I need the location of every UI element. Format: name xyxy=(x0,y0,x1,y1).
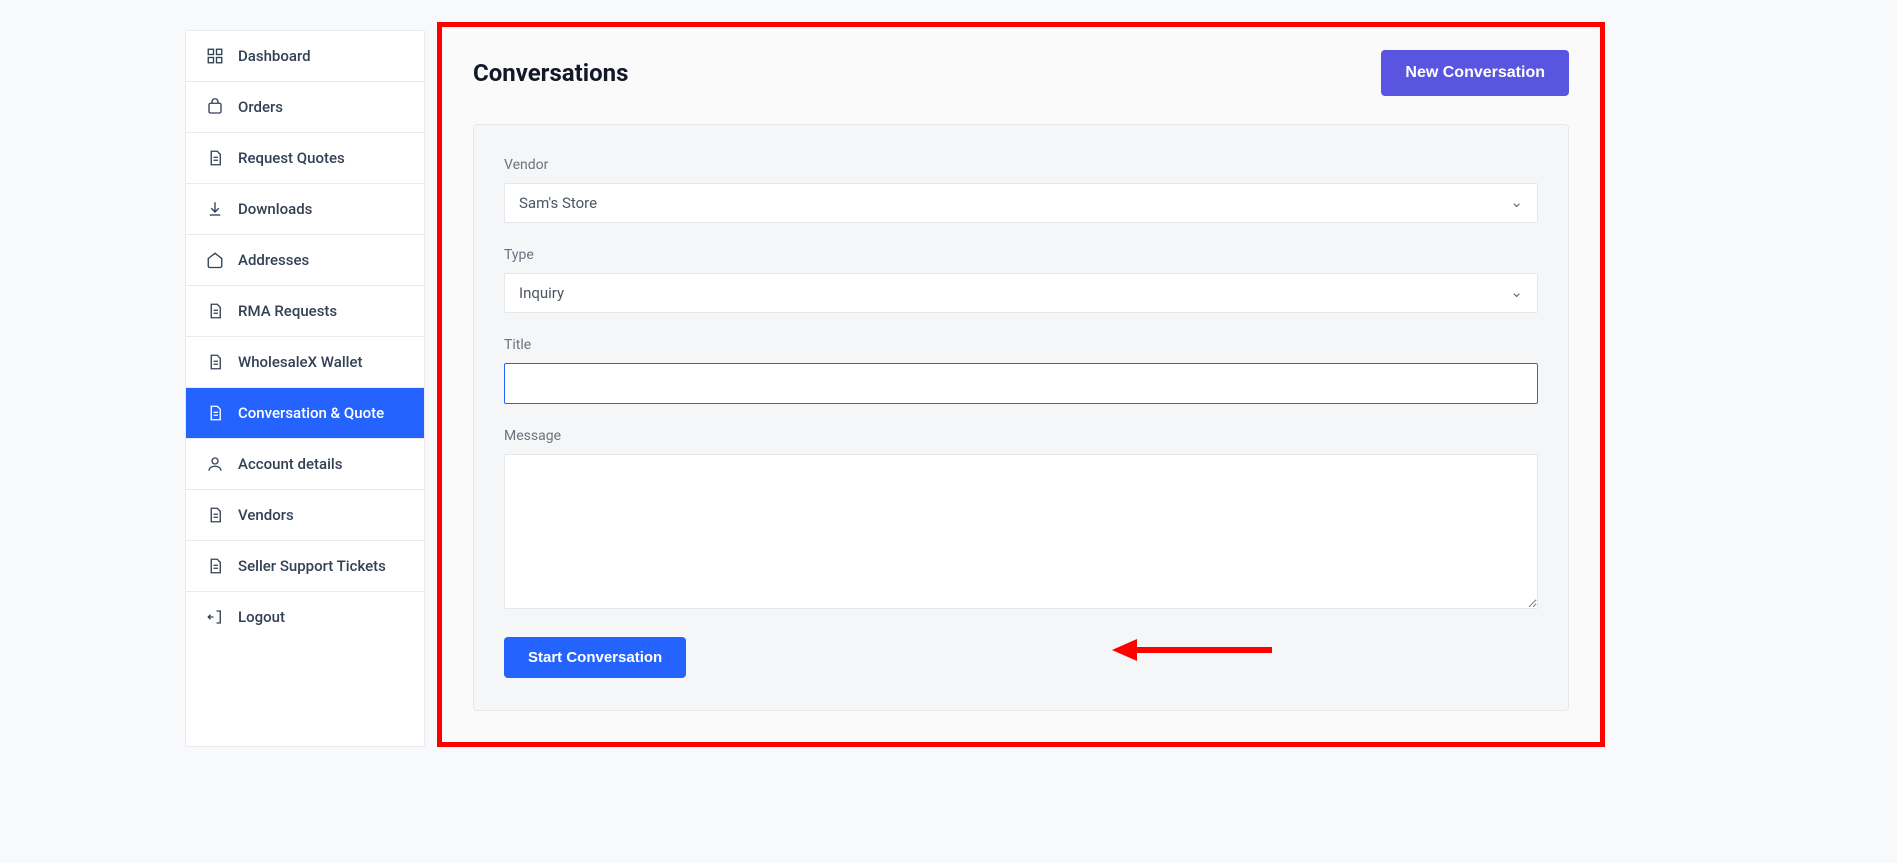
bag-icon xyxy=(206,98,224,116)
sidebar-item-label: Downloads xyxy=(238,200,312,218)
vendor-select[interactable]: Sam's Store xyxy=(504,183,1538,223)
sidebar-item-seller-support-tickets[interactable]: Seller Support Tickets xyxy=(186,541,424,592)
title-label: Title xyxy=(504,337,1538,353)
sidebar-item-addresses[interactable]: Addresses xyxy=(186,235,424,286)
sidebar-item-label: Request Quotes xyxy=(238,149,345,167)
dashboard-icon xyxy=(206,47,224,65)
message-textarea[interactable] xyxy=(504,454,1538,609)
user-icon xyxy=(206,455,224,473)
document-icon xyxy=(206,404,224,422)
sidebar-item-wholesalex-wallet[interactable]: WholesaleX Wallet xyxy=(186,337,424,388)
download-icon xyxy=(206,200,224,218)
type-selected-value: Inquiry xyxy=(519,284,564,302)
type-label: Type xyxy=(504,247,1538,263)
sidebar-item-label: Orders xyxy=(238,98,283,116)
vendor-label: Vendor xyxy=(504,157,1538,173)
sidebar-item-label: Vendors xyxy=(238,506,294,524)
document-icon xyxy=(206,149,224,167)
document-icon xyxy=(206,302,224,320)
sidebar-item-orders[interactable]: Orders xyxy=(186,82,424,133)
sidebar-item-logout[interactable]: Logout xyxy=(186,592,424,642)
sidebar-item-account-details[interactable]: Account details xyxy=(186,439,424,490)
sidebar-item-vendors[interactable]: Vendors xyxy=(186,490,424,541)
conversation-form: Vendor Sam's Store Type Inquiry Title xyxy=(473,124,1569,711)
sidebar-item-label: Account details xyxy=(238,455,342,473)
main-header: Conversations New Conversation xyxy=(473,50,1569,96)
sidebar-item-label: Logout xyxy=(238,608,285,626)
sidebar-item-label: Conversation & Quote xyxy=(238,404,384,422)
sidebar-item-request-quotes[interactable]: Request Quotes xyxy=(186,133,424,184)
sidebar-item-downloads[interactable]: Downloads xyxy=(186,184,424,235)
document-icon xyxy=(206,353,224,371)
home-icon xyxy=(206,251,224,269)
new-conversation-button[interactable]: New Conversation xyxy=(1381,50,1569,96)
sidebar: Dashboard Orders Request Quotes Download… xyxy=(185,30,425,747)
sidebar-item-label: Seller Support Tickets xyxy=(238,557,386,575)
sidebar-item-rma-requests[interactable]: RMA Requests xyxy=(186,286,424,337)
logout-icon xyxy=(206,608,224,626)
vendor-selected-value: Sam's Store xyxy=(519,194,597,212)
message-label: Message xyxy=(504,428,1538,444)
page-title: Conversations xyxy=(473,59,628,87)
main-panel: Conversations New Conversation Vendor Sa… xyxy=(445,30,1597,739)
sidebar-item-label: Addresses xyxy=(238,251,309,269)
title-input[interactable] xyxy=(504,363,1538,404)
document-icon xyxy=(206,557,224,575)
document-icon xyxy=(206,506,224,524)
sidebar-item-label: WholesaleX Wallet xyxy=(238,353,363,371)
sidebar-item-label: Dashboard xyxy=(238,47,311,65)
sidebar-item-conversation-quote[interactable]: Conversation & Quote xyxy=(186,388,424,439)
sidebar-item-label: RMA Requests xyxy=(238,302,337,320)
type-select[interactable]: Inquiry xyxy=(504,273,1538,313)
start-conversation-button[interactable]: Start Conversation xyxy=(504,637,686,678)
sidebar-item-dashboard[interactable]: Dashboard xyxy=(186,31,424,82)
